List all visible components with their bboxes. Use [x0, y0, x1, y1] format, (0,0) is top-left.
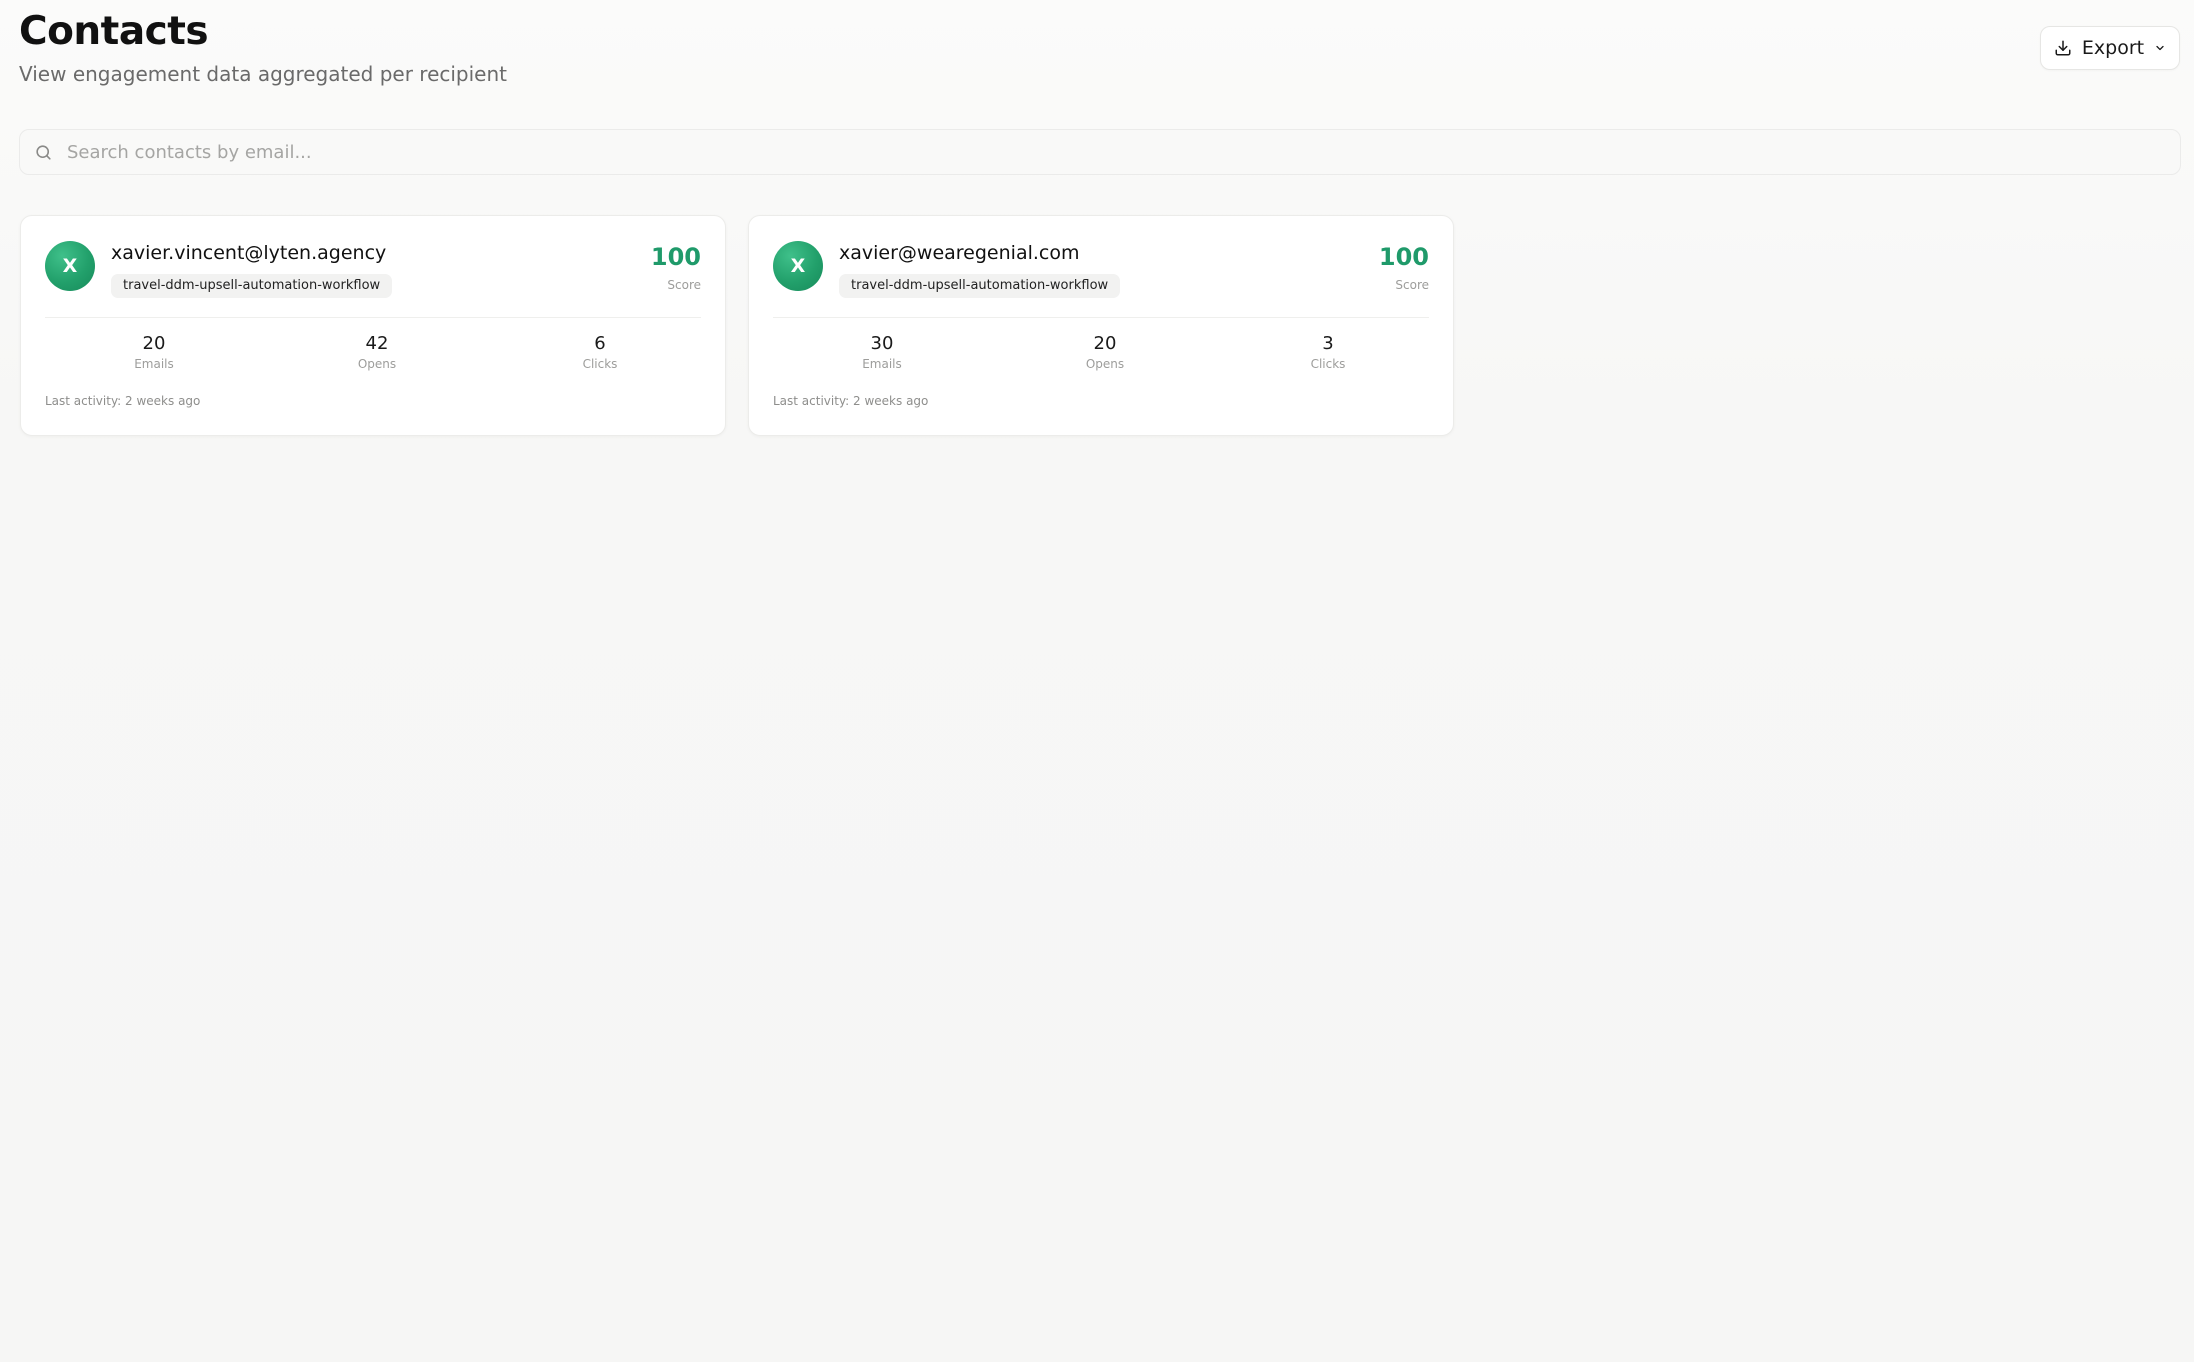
- search-icon: [34, 143, 53, 162]
- avatar: X: [45, 241, 95, 291]
- stat-opens-value: 42: [365, 333, 389, 354]
- contact-email: xavier@wearegenial.com: [839, 242, 1080, 264]
- stat-opens: 42 Opens: [297, 332, 457, 372]
- contact-email: xavier.vincent@lyten.agency: [111, 242, 387, 264]
- page-subtitle: View engagement data aggregated per reci…: [19, 62, 507, 86]
- stat-opens-label: Opens: [357, 357, 397, 371]
- stat-clicks-value: 3: [1322, 333, 1334, 354]
- search-box[interactable]: [19, 129, 2181, 175]
- stat-emails-label: Emails: [862, 357, 902, 371]
- workflow-tag: travel-ddm-upsell-automation-workflow: [839, 274, 1121, 298]
- chevron-down-icon: [2154, 42, 2166, 54]
- contacts-page: Contacts View engagement data aggregated…: [0, 0, 2194, 1362]
- workflow-tag: travel-ddm-upsell-automation-workflow: [111, 274, 393, 298]
- export-button[interactable]: Export: [2040, 26, 2180, 70]
- score-label: Score: [667, 278, 701, 292]
- avatar: X: [773, 241, 823, 291]
- search-input[interactable]: [65, 140, 2149, 164]
- stat-emails: 30 Emails: [802, 332, 962, 372]
- stat-emails: 20 Emails: [74, 332, 234, 372]
- stat-opens-label: Opens: [1085, 357, 1125, 371]
- export-button-label: Export: [2081, 37, 2145, 59]
- score-value: 100: [1378, 243, 1429, 271]
- stat-clicks-label: Clicks: [1310, 357, 1346, 371]
- last-activity: Last activity: 2 weeks ago: [773, 394, 929, 408]
- stat-emails-label: Emails: [134, 357, 174, 371]
- stat-opens-value: 20: [1093, 333, 1117, 354]
- stat-clicks-value: 6: [594, 333, 606, 354]
- download-icon: [2054, 39, 2072, 57]
- stat-opens: 20 Opens: [1025, 332, 1185, 372]
- last-activity: Last activity: 2 weeks ago: [45, 394, 201, 408]
- page-title: Contacts: [19, 9, 209, 54]
- contact-card[interactable]: X xavier@wearegenial.com travel-ddm-upse…: [748, 215, 1454, 436]
- score-label: Score: [1395, 278, 1429, 292]
- stat-clicks: 6 Clicks: [520, 332, 680, 372]
- contact-card[interactable]: X xavier.vincent@lyten.agency travel-ddm…: [20, 215, 726, 436]
- stat-clicks-label: Clicks: [582, 357, 618, 371]
- stat-clicks: 3 Clicks: [1248, 332, 1408, 372]
- stat-emails-value: 20: [142, 333, 166, 354]
- stat-emails-value: 30: [870, 333, 894, 354]
- card-divider: [45, 317, 701, 318]
- score-value: 100: [650, 243, 701, 271]
- card-divider: [773, 317, 1429, 318]
